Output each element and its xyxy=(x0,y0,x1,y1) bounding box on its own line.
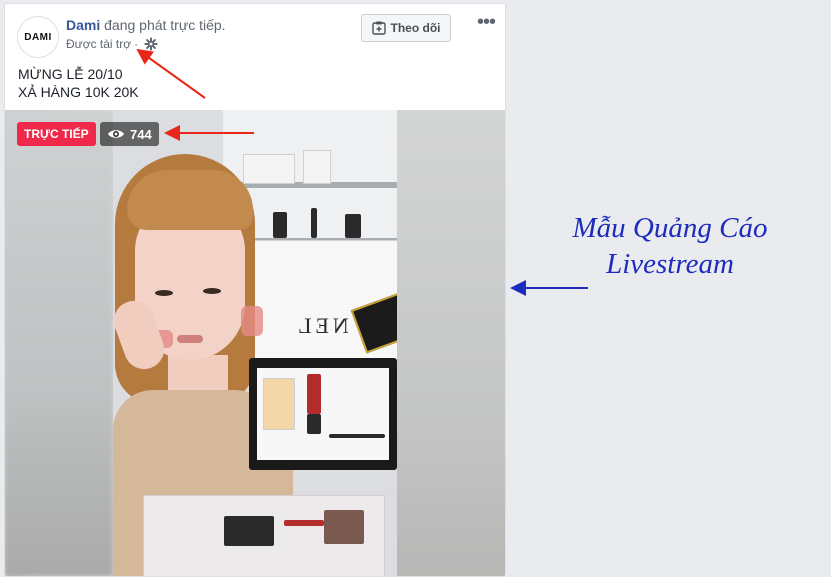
post-text-line-2: XẢ HÀNG 10K 20K xyxy=(18,84,139,100)
live-status-text: đang phát trực tiếp. xyxy=(100,17,226,33)
annotation-label: Mẫu Quảng Cáo Livestream xyxy=(510,210,830,282)
tray-item xyxy=(324,510,364,544)
blush xyxy=(241,306,263,336)
video-blur-right xyxy=(397,110,505,576)
perfume-bottle xyxy=(345,214,361,238)
live-video[interactable]: NEL TRỰC TIẾP 744 xyxy=(5,110,505,576)
follow-button[interactable]: Theo dõi xyxy=(361,14,451,42)
eyeliner xyxy=(329,434,385,438)
tray-item xyxy=(284,520,324,526)
video-blur-left xyxy=(5,110,113,576)
post-card: DAMI Dami đang phát trực tiếp. Được tài … xyxy=(4,3,506,577)
post-text-line-1: MỪNG LỄ 20/10 xyxy=(18,66,123,82)
sponsored-label[interactable]: Được tài trợ xyxy=(66,37,131,51)
shoe xyxy=(311,208,317,238)
post-text: MỪNG LỄ 20/10 XẢ HÀNG 10K 20K xyxy=(18,65,139,101)
perfume-bottle xyxy=(263,378,295,430)
follow-icon xyxy=(371,21,386,35)
viewer-count: 744 xyxy=(130,126,152,142)
more-icon[interactable]: ••• xyxy=(477,12,496,32)
person-bangs xyxy=(127,170,253,230)
product-box xyxy=(249,358,397,470)
lipstick-base xyxy=(307,414,321,434)
product-tray xyxy=(143,495,385,576)
page-name-link[interactable]: Dami xyxy=(66,17,100,33)
video-frame: NEL xyxy=(113,110,397,576)
product-on-shelf xyxy=(303,150,331,184)
annotation-line-1: Mẫu Quảng Cáo xyxy=(572,212,768,244)
product-on-shelf xyxy=(243,154,295,184)
live-badge: TRỰC TIẾP xyxy=(17,122,96,146)
product-text: NEL xyxy=(294,313,349,338)
perfume-bottle xyxy=(273,212,287,238)
post-header: Dami đang phát trực tiếp. xyxy=(66,17,226,33)
person-eye xyxy=(155,290,173,296)
sponsored-line: Được tài trợ · xyxy=(66,37,158,51)
person-eye xyxy=(203,288,221,294)
separator: · xyxy=(134,37,139,51)
lipstick xyxy=(307,374,321,414)
annotation-line-2: Livestream xyxy=(606,248,734,280)
viewer-count-badge: 744 xyxy=(100,122,159,146)
gear-icon[interactable] xyxy=(144,37,158,51)
page-avatar[interactable]: DAMI xyxy=(17,16,59,58)
person-lips xyxy=(177,335,203,343)
follow-label: Theo dõi xyxy=(390,21,441,35)
tray-item xyxy=(224,516,274,546)
product-box-inner xyxy=(257,368,389,460)
eye-icon xyxy=(107,128,125,140)
